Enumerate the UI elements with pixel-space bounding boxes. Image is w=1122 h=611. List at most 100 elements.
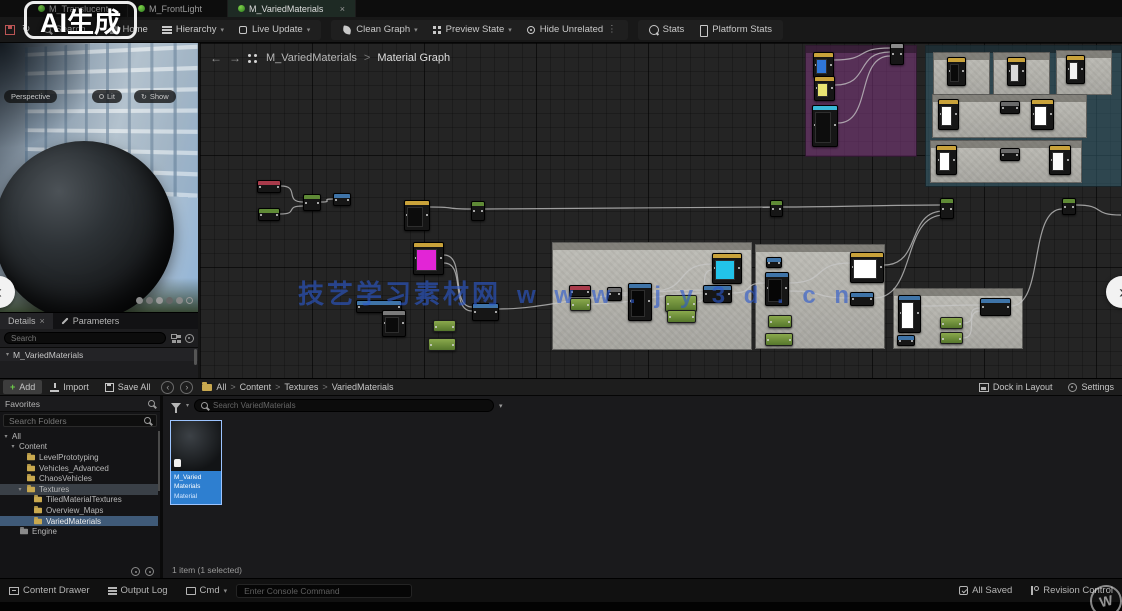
folder-search-input[interactable]: Search Folders <box>3 414 157 427</box>
material-expression-node[interactable] <box>428 338 456 351</box>
material-expression-node[interactable] <box>814 76 835 101</box>
material-expression-node[interactable] <box>897 335 915 346</box>
material-expression-node[interactable] <box>768 315 792 328</box>
view-options-caret-icon[interactable]: ▾ <box>499 402 503 410</box>
material-expression-node[interactable] <box>1000 148 1020 161</box>
filter-sources-icon[interactable] <box>131 567 140 576</box>
asset-search-input[interactable]: Search VariedMaterials <box>194 399 494 412</box>
viewport-control-dot[interactable] <box>166 297 173 304</box>
console-command-input[interactable]: Enter Console Command <box>236 584 412 598</box>
save-all-button[interactable]: Save All <box>97 379 159 395</box>
cmd-dropdown[interactable]: Cmd▾ <box>177 579 237 602</box>
material-expression-node[interactable] <box>813 52 834 78</box>
material-expression-node[interactable] <box>667 310 696 323</box>
favorites-header[interactable]: Favorites <box>0 396 160 412</box>
material-expression-node[interactable] <box>303 194 321 211</box>
material-expression-node[interactable] <box>257 180 281 193</box>
back-arrow-icon[interactable]: ← <box>210 51 222 65</box>
material-expression-node[interactable] <box>936 145 957 175</box>
add-button[interactable]: +Add <box>3 380 42 394</box>
cb-settings-button[interactable]: Settings <box>1060 382 1122 392</box>
viewport-control-dot[interactable] <box>176 297 183 304</box>
viewport-pill-lit[interactable]: Lit <box>92 90 122 103</box>
material-expression-node[interactable] <box>413 242 444 275</box>
close-icon[interactable]: × <box>40 316 45 326</box>
material-expression-node[interactable] <box>1062 198 1076 215</box>
material-expression-node[interactable] <box>940 317 963 329</box>
preview-state-button[interactable]: Preview State▾ <box>425 20 519 40</box>
forward-button[interactable]: › <box>180 381 193 394</box>
material-preview-sphere[interactable] <box>0 141 174 312</box>
details-section-header[interactable]: ▾ M_VariedMaterials <box>0 347 198 361</box>
material-expression-node[interactable] <box>1049 145 1071 175</box>
tree-item-tiledmaterialtextures[interactable]: TiledMaterialTextures <box>0 495 158 506</box>
tab-m_variedmaterials[interactable]: M_VariedMaterials× <box>228 0 356 17</box>
preview-viewport[interactable]: Perspective Lit ↻Show <box>0 43 198 312</box>
tree-item-textures[interactable]: ▾Textures <box>0 484 158 495</box>
viewport-control-dot[interactable] <box>156 297 163 304</box>
material-expression-node[interactable] <box>980 298 1011 316</box>
material-expression-node[interactable] <box>1000 101 1020 114</box>
material-expression-node[interactable] <box>765 333 793 346</box>
material-expression-node[interactable] <box>770 200 783 217</box>
stats-button[interactable]: Stats <box>642 20 692 40</box>
material-expression-node[interactable] <box>940 332 963 344</box>
viewport-control-dot[interactable] <box>136 297 143 304</box>
forward-arrow-icon[interactable]: → <box>229 51 241 65</box>
import-button[interactable]: Import <box>42 379 97 395</box>
material-expression-node[interactable] <box>382 310 406 337</box>
viewport-control-dot[interactable] <box>146 297 153 304</box>
hierarchy-button[interactable]: Hierarchy▾ <box>155 20 231 40</box>
tree-chevron-icon[interactable]: ▾ <box>10 443 16 450</box>
material-expression-node[interactable] <box>333 193 351 206</box>
breadcrumb-all[interactable]: All <box>216 382 226 392</box>
material-expression-node[interactable] <box>766 257 782 268</box>
material-expression-node[interactable] <box>433 320 456 332</box>
viewport-pill-perspective[interactable]: Perspective <box>4 90 57 103</box>
output-log-button[interactable]: Output Log <box>99 579 177 602</box>
material-expression-node[interactable] <box>940 198 954 219</box>
viewport-pill-show[interactable]: ↻Show <box>134 90 176 103</box>
hide-unrelated-button[interactable]: Hide Unrelated⋮ <box>519 20 624 40</box>
gear-icon[interactable] <box>185 334 194 343</box>
close-icon[interactable]: × <box>340 4 345 14</box>
tree-item-variedmaterials[interactable]: VariedMaterials <box>0 516 158 527</box>
tree-item-content[interactable]: ▾Content <box>0 442 158 453</box>
material-expression-node[interactable] <box>947 57 966 86</box>
material-expression-node[interactable] <box>898 295 921 333</box>
material-expression-node[interactable] <box>1031 99 1054 130</box>
tree-item-vehicles_advanced[interactable]: Vehicles_Advanced <box>0 463 158 474</box>
material-expression-node[interactable] <box>471 201 485 221</box>
material-expression-node[interactable] <box>1007 57 1026 86</box>
tree-item-engine[interactable]: Engine <box>0 526 158 537</box>
kebab-menu-icon[interactable]: ⋮ <box>607 24 617 35</box>
tab-parameters[interactable]: Parameters <box>53 313 128 329</box>
details-scrollbar[interactable] <box>194 349 197 365</box>
all-saved-button[interactable]: All Saved <box>950 585 1021 596</box>
clean-graph-button[interactable]: Clean Graph▾ <box>335 20 424 40</box>
material-expression-node[interactable] <box>812 105 838 147</box>
sources-settings-icon[interactable] <box>145 567 154 576</box>
display-options-icon[interactable] <box>171 334 180 343</box>
material-graph-canvas[interactable]: ← → M_VariedMaterials > Material Graph <box>200 43 1122 378</box>
live-update-button[interactable]: Live Update▾ <box>231 20 317 40</box>
search-icon[interactable] <box>148 400 155 407</box>
viewport-control-ring[interactable] <box>186 297 193 304</box>
tree-scrollbar[interactable] <box>158 431 160 491</box>
breadcrumb-variedmaterials[interactable]: VariedMaterials <box>332 382 394 392</box>
tree-item-overview_maps[interactable]: Overview_Maps <box>0 505 158 516</box>
material-expression-node[interactable] <box>404 200 430 231</box>
tree-item-chaosvehicles[interactable]: ChaosVehicles <box>0 473 158 484</box>
breadcrumb-textures[interactable]: Textures <box>284 382 318 392</box>
save-icon[interactable] <box>5 25 15 35</box>
material-expression-node[interactable] <box>1066 55 1085 84</box>
tree-item-levelprototyping[interactable]: LevelPrototyping <box>0 452 158 463</box>
tab-m_frontlight[interactable]: M_FrontLight <box>128 0 228 17</box>
material-expression-node[interactable] <box>850 252 884 283</box>
dock-in-layout-button[interactable]: Dock in Layout <box>971 382 1061 392</box>
tab-details[interactable]: Details × <box>0 313 53 329</box>
material-expression-node[interactable] <box>938 99 959 130</box>
tree-chevron-icon[interactable]: ▾ <box>17 486 23 493</box>
filter-caret-icon[interactable]: ▾ <box>186 402 189 409</box>
content-drawer-button[interactable]: Content Drawer <box>0 579 99 602</box>
